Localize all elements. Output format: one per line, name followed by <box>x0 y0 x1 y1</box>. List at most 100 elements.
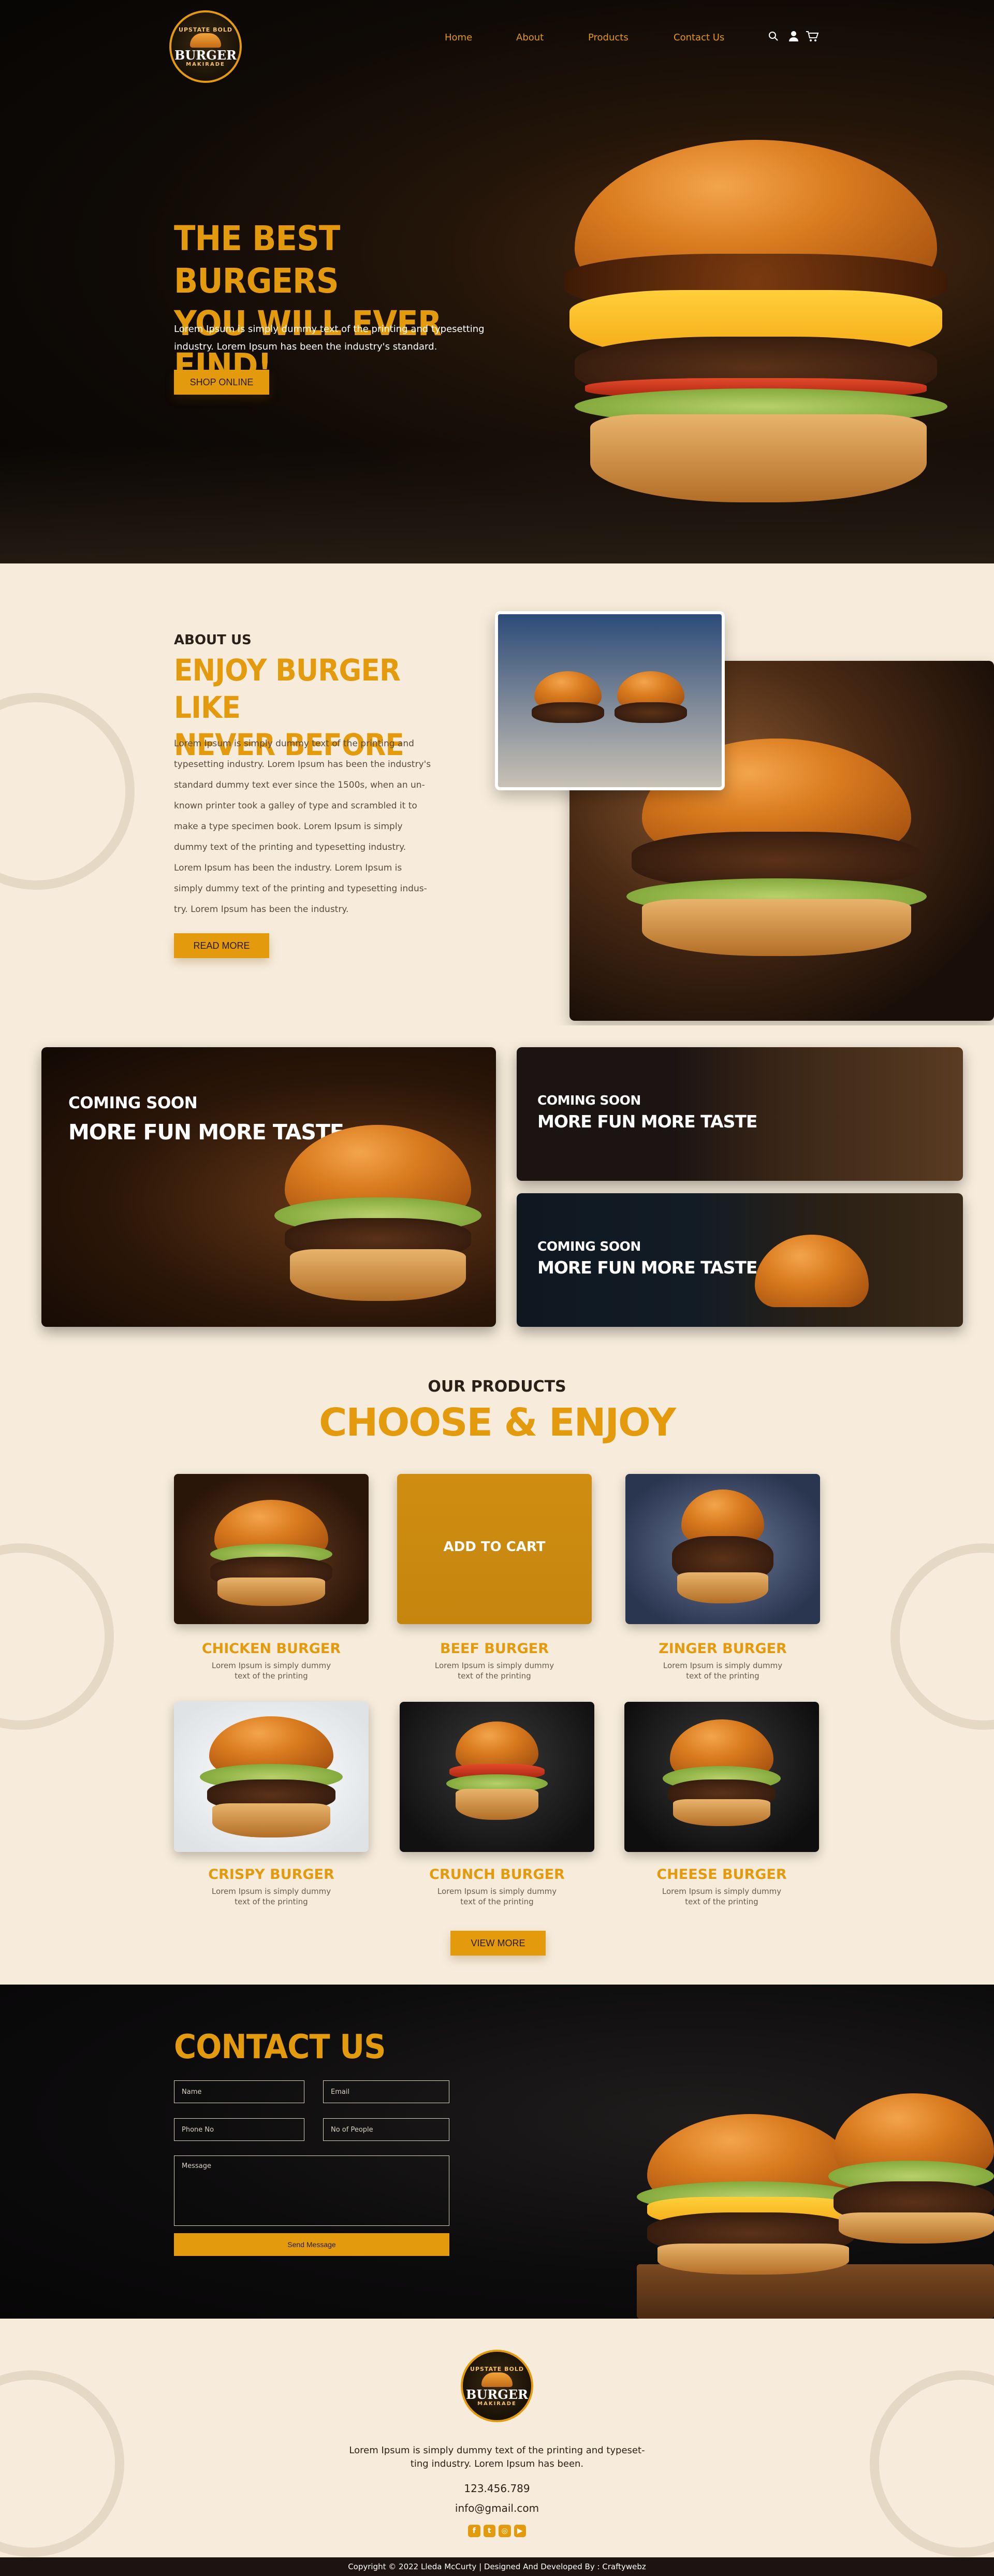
promo-headline: MORE FUN MORE TASTE <box>537 1111 757 1132</box>
product-image-zinger[interactable] <box>625 1474 820 1624</box>
product-desc-line: text of the printing <box>685 1897 758 1906</box>
product-desc-line: text of the printing <box>686 1671 759 1681</box>
contact-burgers-image <box>626 2093 994 2319</box>
product-image-cheese[interactable] <box>624 1702 819 1852</box>
facebook-icon[interactable]: f <box>468 2525 480 2537</box>
about-paragraph-line: make a type specimen book. Lorem Ipsum i… <box>174 821 403 832</box>
promo-headline: MORE FUN MORE TASTE <box>68 1120 344 1145</box>
logo-bottom-text: MAKIRADE <box>477 2400 517 2407</box>
products-title: CHOOSE & ENJOY <box>319 1400 676 1445</box>
add-to-cart-overlay[interactable]: ADD TO CART <box>397 1539 592 1555</box>
nav-products[interactable]: Products <box>588 32 628 43</box>
product-image-beef[interactable]: ADD TO CART <box>397 1474 592 1624</box>
product-desc-line: Lorem Ipsum is simply dummy <box>437 1887 557 1896</box>
footer-text-line1: Lorem Ipsum is simply dummy text of the … <box>349 2445 645 2456</box>
product-name[interactable]: CHICKEN BURGER <box>174 1641 369 1657</box>
promo-card-large[interactable]: COMING SOON MORE FUN MORE TASTE <box>41 1047 496 1327</box>
hero-text-line2: industry. Lorem Ipsum has been the indus… <box>174 341 437 352</box>
read-more-button[interactable]: READ MORE <box>174 933 269 958</box>
cart-icon[interactable] <box>806 31 819 45</box>
about-paragraph: Lorem Ipsum is simply dummy text of the … <box>174 733 464 920</box>
contact-title: CONTACT US <box>174 2028 386 2066</box>
instagram-icon[interactable]: ◎ <box>499 2525 511 2537</box>
product-name[interactable]: ZINGER BURGER <box>625 1641 820 1657</box>
promo-kicker: COMING SOON <box>537 1093 641 1108</box>
product-description: Lorem Ipsum is simply dummy text of the p… <box>625 1660 820 1681</box>
twitter-icon[interactable]: t <box>483 2525 495 2537</box>
about-paragraph-line: Lorem Ipsum has been the industry. Lorem… <box>174 863 402 873</box>
about-label: ABOUT US <box>174 632 252 648</box>
promo-card-top-right[interactable]: COMING SOON MORE FUN MORE TASTE <box>517 1047 963 1181</box>
contact-section: CONTACT US Send Message <box>0 1985 994 2319</box>
nav-contact-us[interactable]: Contact Us <box>674 32 724 43</box>
logo-burger-icon <box>481 2372 513 2387</box>
burger-sketch-decoration <box>890 1543 994 1730</box>
footer-email[interactable]: info@gmail.com <box>0 2502 994 2514</box>
people-count-field[interactable] <box>323 2118 449 2141</box>
hero-title: THE BEST BURGERS YOU WILL EVER FIND! <box>174 218 507 387</box>
product-desc-line: Lorem Ipsum is simply dummy <box>663 1661 783 1670</box>
product-name[interactable]: BEEF BURGER <box>397 1641 592 1657</box>
footer-phone[interactable]: 123.456.789 <box>0 2482 994 2495</box>
footer-text-line2: ting industry. Lorem Ipsum has been. <box>410 2458 584 2469</box>
product-desc-line: Lorem Ipsum is simply dummy <box>662 1887 782 1896</box>
product-description: Lorem Ipsum is simply dummy text of the p… <box>397 1660 592 1681</box>
logo-top-text: UPSTATE BOLD <box>470 2365 524 2372</box>
message-field[interactable] <box>174 2155 449 2226</box>
product-desc-line: text of the printing <box>458 1671 531 1681</box>
copyright-bar: Copyright © 2022 Lleda McCurty | Designe… <box>0 2557 994 2576</box>
logo-burger-icon <box>190 33 221 48</box>
about-title-line1: ENJOY BURGER LIKE <box>174 653 401 725</box>
product-description: Lorem Ipsum is simply dummy text of the p… <box>624 1886 819 1907</box>
logo-bottom-text: MAKIRADE <box>186 61 225 67</box>
phone-field[interactable] <box>174 2118 304 2141</box>
youtube-icon[interactable]: ▶ <box>514 2525 526 2537</box>
about-paragraph-line: Lorem Ipsum is simply dummy text of the … <box>174 739 414 749</box>
shop-online-button[interactable]: SHOP ONLINE <box>174 370 269 395</box>
hero-section: UPSTATE BOLD BURGER MAKIRADE Home About … <box>0 0 994 563</box>
product-image-crispy[interactable] <box>174 1702 369 1852</box>
view-more-button[interactable]: VIEW MORE <box>450 1931 546 1956</box>
nav-about[interactable]: About <box>516 32 544 43</box>
about-section: ABOUT US ENJOY BURGER LIKE NEVER BEFORE … <box>0 563 994 1025</box>
promo-kicker: COMING SOON <box>68 1094 198 1112</box>
product-image-chicken[interactable] <box>174 1474 369 1624</box>
logo-top-text: UPSTATE BOLD <box>179 26 232 33</box>
footer-logo[interactable]: UPSTATE BOLD BURGER MAKIRADE <box>461 2350 533 2422</box>
about-paragraph-line: known printer took a galley of type and … <box>174 801 417 811</box>
footer-description: Lorem Ipsum is simply dummy text of the … <box>0 2444 994 2471</box>
hero-description: Lorem Ipsum is simply dummy text of the … <box>174 321 516 356</box>
product-desc-line: Lorem Ipsum is simply dummy <box>434 1661 554 1670</box>
social-links: f t ◎ ▶ <box>468 2525 526 2537</box>
product-description: Lorem Ipsum is simply dummy text of the p… <box>400 1886 594 1907</box>
product-description: Lorem Ipsum is simply dummy text of the p… <box>174 1886 369 1907</box>
name-field[interactable] <box>174 2080 304 2103</box>
about-paragraph-line: typesetting industry. Lorem Ipsum has be… <box>174 759 431 770</box>
nav-home[interactable]: Home <box>445 32 472 43</box>
about-paragraph-line: standard dummy text ever since the 1500s… <box>174 780 425 790</box>
product-name[interactable]: CRUNCH BURGER <box>400 1866 594 1883</box>
hero-title-line1: THE BEST BURGERS <box>174 219 340 301</box>
email-field[interactable] <box>323 2080 449 2103</box>
logo-main-text: BURGER <box>466 2386 528 2402</box>
promo-section: COMING SOON MORE FUN MORE TASTE COMING S… <box>0 1025 994 1347</box>
product-image-crunch[interactable] <box>400 1702 594 1852</box>
logo-main-text: BURGER <box>174 47 237 63</box>
brand-logo[interactable]: UPSTATE BOLD BURGER MAKIRADE <box>169 10 242 83</box>
promo-card-bottom-right[interactable]: COMING SOON MORE FUN MORE TASTE <box>517 1193 963 1327</box>
search-icon[interactable] <box>768 31 779 45</box>
footer-section: UPSTATE BOLD BURGER MAKIRADE Lorem Ipsum… <box>0 2319 994 2576</box>
about-paragraph-line: simply dummy text of the printing and ty… <box>174 884 427 894</box>
about-burger-wrap-photo <box>495 611 725 790</box>
products-section: OUR PRODUCTS CHOOSE & ENJOY ADD TO CART … <box>0 1347 994 1985</box>
about-paragraph-line: try. Lorem Ipsum has been the industry. <box>174 904 349 915</box>
product-desc-line: text of the printing <box>460 1897 534 1906</box>
product-desc-line: Lorem Ipsum is simply dummy <box>211 1661 331 1670</box>
about-paragraph-line: dummy text of the printing and typesetti… <box>174 842 406 852</box>
send-message-button[interactable]: Send Message <box>174 2233 449 2256</box>
user-icon[interactable] <box>788 31 799 45</box>
hero-text-line1: Lorem Ipsum is simply dummy text of the … <box>174 324 485 335</box>
product-name[interactable]: CRISPY BURGER <box>174 1866 369 1883</box>
promo-headline: MORE FUN MORE TASTE <box>537 1257 757 1278</box>
product-name[interactable]: CHEESE BURGER <box>624 1866 819 1883</box>
